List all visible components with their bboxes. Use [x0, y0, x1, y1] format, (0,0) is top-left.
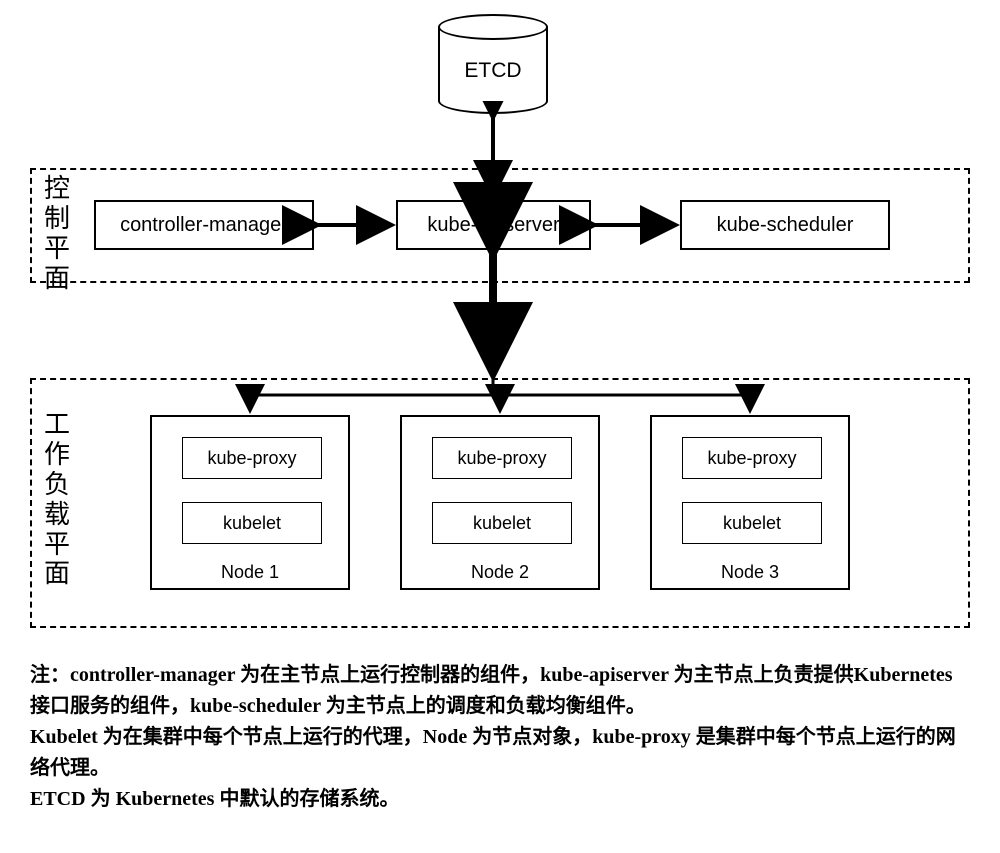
node-3: kube-proxy kubelet Node 3	[650, 415, 850, 590]
etcd-label: ETCD	[438, 59, 548, 83]
node-1-kube-proxy: kube-proxy	[182, 437, 322, 479]
kube-scheduler-box: kube-scheduler	[680, 200, 890, 250]
controller-manager-label: controller-manager	[120, 214, 288, 237]
node-2-kubelet: kubelet	[432, 502, 572, 544]
workload-plane-label: 工 作 负 载 平 面	[44, 410, 70, 589]
notes: 注：controller-manager 为在主节点上运行控制器的组件，kube…	[30, 660, 970, 815]
node-1-label: Node 1	[152, 562, 348, 583]
node-2-kube-proxy: kube-proxy	[432, 437, 572, 479]
node-2: kube-proxy kubelet Node 2	[400, 415, 600, 590]
etcd-cylinder: ETCD	[438, 14, 548, 114]
notes-line-3: ETCD 为 Kubernetes 中默认的存储系统。	[30, 784, 970, 815]
node-3-label: Node 3	[652, 562, 848, 583]
kube-scheduler-label: kube-scheduler	[717, 214, 854, 237]
node-1: kube-proxy kubelet Node 1	[150, 415, 350, 590]
kube-apiserver-box: kube-apiserver	[396, 200, 591, 250]
diagram-canvas: ETCD 控 制 平 面 controller-manager kube-api…	[0, 0, 1000, 853]
kube-apiserver-label: kube-apiserver	[427, 214, 559, 237]
notes-line-2: Kubelet 为在集群中每个节点上运行的代理，Node 为节点对象，kube-…	[30, 722, 970, 784]
node-3-kube-proxy: kube-proxy	[682, 437, 822, 479]
node-2-label: Node 2	[402, 562, 598, 583]
node-1-kubelet: kubelet	[182, 502, 322, 544]
control-plane-label: 控 制 平 面	[44, 174, 70, 294]
node-3-kubelet: kubelet	[682, 502, 822, 544]
controller-manager-box: controller-manager	[94, 200, 314, 250]
notes-line-1: 注：controller-manager 为在主节点上运行控制器的组件，kube…	[30, 660, 970, 722]
